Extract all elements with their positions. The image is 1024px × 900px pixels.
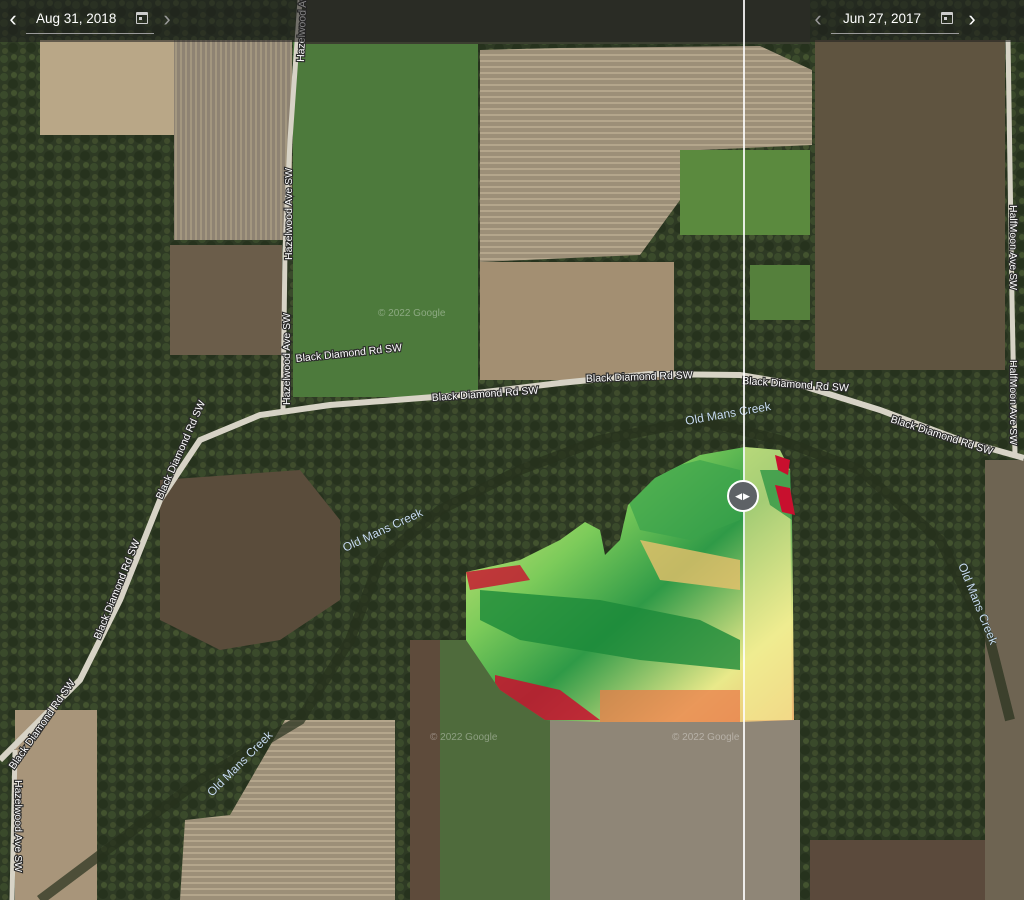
google-watermark-3: © 2022 Google <box>430 732 498 743</box>
road-label-hazelwood-3: Hazelwood Ave SW <box>281 313 293 405</box>
road-label-hazelwood-4: Hazelwood Ave SW <box>12 780 24 872</box>
road-label-halfmoon-2: HalfMoon Ave SW <box>1007 360 1019 445</box>
left-date-value: Aug 31, 2018 <box>36 11 117 26</box>
field-brown-ne <box>815 40 1005 370</box>
compare-divider-line[interactable] <box>743 0 745 900</box>
google-watermark-1: © 2022 Google <box>378 308 446 319</box>
field-brown-s <box>410 640 440 900</box>
left-right-arrows-icon: ◀▶ <box>735 490 751 501</box>
field-gray-se <box>550 720 800 900</box>
road-label-halfmoon-1: HalfMoon Ave SW <box>1007 205 1019 290</box>
field-brown-w <box>170 245 282 355</box>
right-date-control: ‹ Jun 27, 2017 › <box>805 0 985 38</box>
chevron-left-icon[interactable]: ‹ <box>805 0 831 38</box>
left-date-field[interactable]: Aug 31, 2018 <box>26 4 154 34</box>
satellite-map[interactable]: Black Diamond Rd SW Black Diamond Rd SW … <box>0 0 1024 900</box>
field-striped-nw <box>174 40 292 240</box>
calendar-icon[interactable] <box>941 12 953 24</box>
field-striped-center <box>480 262 674 380</box>
compare-slider-handle[interactable]: ◀▶ <box>727 480 759 512</box>
right-date-field[interactable]: Jun 27, 2017 <box>831 4 959 34</box>
field-green-small <box>680 150 810 235</box>
field-se-dark <box>810 840 1010 900</box>
road-label-hazelwood-2: Hazelwood Ave SW <box>283 168 295 260</box>
chevron-right-icon[interactable]: › <box>959 0 985 38</box>
chevron-right-icon[interactable]: › <box>154 0 180 38</box>
chevron-left-icon[interactable]: ‹ <box>0 0 26 38</box>
right-date-value: Jun 27, 2017 <box>843 11 922 26</box>
field-green-e <box>750 265 810 320</box>
calendar-icon[interactable] <box>136 12 148 24</box>
google-watermark-2: © 2022 Google <box>672 732 740 743</box>
field-tan-nw <box>40 40 180 135</box>
left-date-control: ‹ Aug 31, 2018 › <box>0 0 180 38</box>
